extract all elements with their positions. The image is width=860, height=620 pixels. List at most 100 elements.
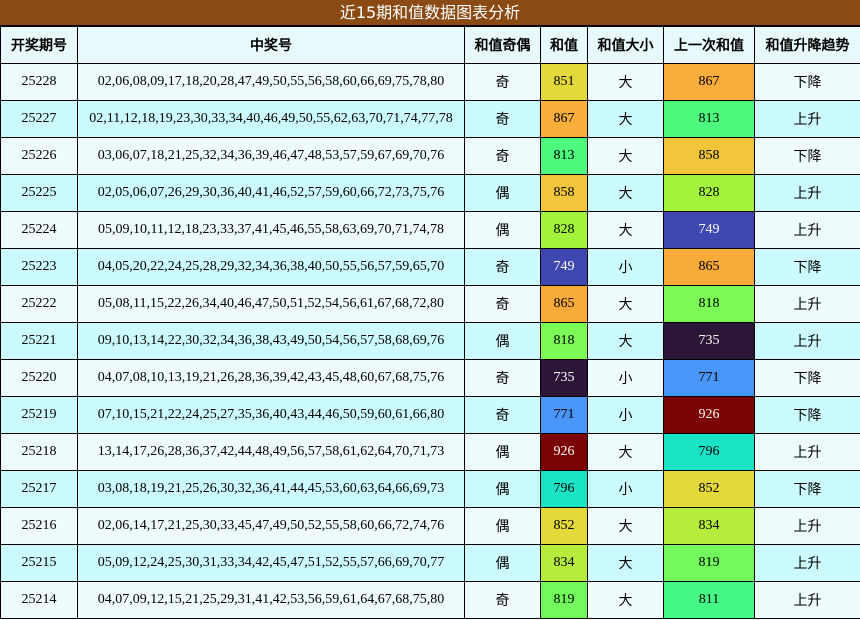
parity-cell: 奇 xyxy=(464,100,541,138)
size-cell: 大 xyxy=(587,63,664,101)
prev-sum-cell: 852 xyxy=(663,470,755,508)
size-cell: 小 xyxy=(587,248,664,286)
header-trend: 和值升降趋势 xyxy=(754,26,860,64)
parity-cell: 偶 xyxy=(464,322,541,360)
trend-cell: 下降 xyxy=(754,248,860,286)
numbers-cell: 02,06,14,17,21,25,30,33,45,47,49,50,52,5… xyxy=(77,507,465,545)
trend-cell: 上升 xyxy=(754,322,860,360)
size-cell: 小 xyxy=(587,396,664,434)
issue-cell: 25217 xyxy=(0,470,78,508)
trend-cell: 下降 xyxy=(754,137,860,175)
parity-cell: 偶 xyxy=(464,174,541,212)
sum-cell: 819 xyxy=(540,581,588,619)
sum-cell: 858 xyxy=(540,174,588,212)
table-header-row: 开奖期号 中奖号 和值奇偶 和值 和值大小 上一次和值 和值升降趋势 xyxy=(0,26,860,64)
issue-cell: 25218 xyxy=(0,433,78,471)
parity-cell: 偶 xyxy=(464,544,541,582)
header-parity: 和值奇偶 xyxy=(464,26,541,64)
issue-cell: 25219 xyxy=(0,396,78,434)
sum-cell: 851 xyxy=(540,63,588,101)
prev-sum-cell: 865 xyxy=(663,248,755,286)
numbers-cell: 02,11,12,18,19,23,30,33,34,40,46,49,50,5… xyxy=(77,100,465,138)
prev-sum-cell: 749 xyxy=(663,211,755,249)
header-prev-sum: 上一次和值 xyxy=(663,26,755,64)
sum-cell: 813 xyxy=(540,137,588,175)
table-row: 25228 02,06,08,09,17,18,20,28,47,49,50,55… xyxy=(0,63,860,101)
numbers-cell: 03,08,18,19,21,25,26,30,32,36,41,44,45,5… xyxy=(77,470,465,508)
parity-cell: 奇 xyxy=(464,137,541,175)
table-row: 25224 05,09,10,11,12,18,23,33,37,41,45,46… xyxy=(0,211,860,249)
parity-cell: 偶 xyxy=(464,433,541,471)
issue-cell: 25221 xyxy=(0,322,78,360)
table-row: 25221 09,10,13,14,22,30,32,34,36,38,43,49… xyxy=(0,322,860,360)
size-cell: 大 xyxy=(587,100,664,138)
size-cell: 大 xyxy=(587,507,664,545)
parity-cell: 奇 xyxy=(464,285,541,323)
size-cell: 小 xyxy=(587,470,664,508)
header-numbers: 中奖号 xyxy=(77,26,465,64)
prev-sum-cell: 735 xyxy=(663,322,755,360)
issue-cell: 25227 xyxy=(0,100,78,138)
sum-cell: 828 xyxy=(540,211,588,249)
numbers-cell: 05,09,12,24,25,30,31,33,34,42,45,47,51,5… xyxy=(77,544,465,582)
table-row: 25223 04,05,20,22,24,25,28,29,32,34,36,38… xyxy=(0,248,860,286)
issue-cell: 25225 xyxy=(0,174,78,212)
trend-cell: 上升 xyxy=(754,285,860,323)
numbers-cell: 07,10,15,21,22,24,25,27,35,36,40,43,44,4… xyxy=(77,396,465,434)
issue-cell: 25223 xyxy=(0,248,78,286)
sum-cell: 818 xyxy=(540,322,588,360)
trend-cell: 上升 xyxy=(754,544,860,582)
header-issue: 开奖期号 xyxy=(0,26,78,64)
trend-cell: 下降 xyxy=(754,63,860,101)
issue-cell: 25226 xyxy=(0,137,78,175)
numbers-cell: 13,14,17,26,28,36,37,42,44,48,49,56,57,5… xyxy=(77,433,465,471)
issue-cell: 25216 xyxy=(0,507,78,545)
issue-cell: 25220 xyxy=(0,359,78,397)
trend-cell: 上升 xyxy=(754,174,860,212)
prev-sum-cell: 834 xyxy=(663,507,755,545)
table-row: 25215 05,09,12,24,25,30,31,33,34,42,45,47… xyxy=(0,544,860,582)
sum-cell: 865 xyxy=(540,285,588,323)
trend-cell: 上升 xyxy=(754,211,860,249)
trend-cell: 下降 xyxy=(754,359,860,397)
sum-cell: 867 xyxy=(540,100,588,138)
table-row: 25220 04,07,08,10,13,19,21,26,28,36,39,42… xyxy=(0,359,860,397)
numbers-cell: 04,07,08,10,13,19,21,26,28,36,39,42,43,4… xyxy=(77,359,465,397)
size-cell: 大 xyxy=(587,581,664,619)
trend-cell: 上升 xyxy=(754,581,860,619)
numbers-cell: 05,08,11,15,22,26,34,40,46,47,50,51,52,5… xyxy=(77,285,465,323)
parity-cell: 奇 xyxy=(464,396,541,434)
prev-sum-cell: 828 xyxy=(663,174,755,212)
size-cell: 大 xyxy=(587,544,664,582)
parity-cell: 偶 xyxy=(464,507,541,545)
prev-sum-cell: 818 xyxy=(663,285,755,323)
numbers-cell: 05,09,10,11,12,18,23,33,37,41,45,46,55,5… xyxy=(77,211,465,249)
size-cell: 大 xyxy=(587,433,664,471)
size-cell: 小 xyxy=(587,359,664,397)
header-sum: 和值 xyxy=(540,26,588,64)
numbers-cell: 04,05,20,22,24,25,28,29,32,34,36,38,40,5… xyxy=(77,248,465,286)
sum-cell: 749 xyxy=(540,248,588,286)
header-size: 和值大小 xyxy=(587,26,664,64)
page-title: 近15期和值数据图表分析 xyxy=(0,0,860,26)
trend-cell: 下降 xyxy=(754,396,860,434)
trend-cell: 下降 xyxy=(754,470,860,508)
chart-table-panel: 近15期和值数据图表分析 开奖期号 中奖号 和值奇偶 和值 和值大小 上一次和值… xyxy=(0,0,860,620)
issue-cell: 25228 xyxy=(0,63,78,101)
sum-cell: 834 xyxy=(540,544,588,582)
table-row: 25222 05,08,11,15,22,26,34,40,46,47,50,51… xyxy=(0,285,860,323)
sum-cell: 852 xyxy=(540,507,588,545)
parity-cell: 奇 xyxy=(464,248,541,286)
sum-analysis-table: 开奖期号 中奖号 和值奇偶 和值 和值大小 上一次和值 和值升降趋势 25228… xyxy=(0,26,860,619)
prev-sum-cell: 926 xyxy=(663,396,755,434)
numbers-cell: 09,10,13,14,22,30,32,34,36,38,43,49,50,5… xyxy=(77,322,465,360)
size-cell: 大 xyxy=(587,174,664,212)
parity-cell: 奇 xyxy=(464,581,541,619)
size-cell: 大 xyxy=(587,322,664,360)
table-row: 25225 02,05,06,07,26,29,30,36,40,41,46,52… xyxy=(0,174,860,212)
sum-cell: 796 xyxy=(540,470,588,508)
parity-cell: 偶 xyxy=(464,470,541,508)
table-row: 25218 13,14,17,26,28,36,37,42,44,48,49,56… xyxy=(0,433,860,471)
size-cell: 大 xyxy=(587,285,664,323)
parity-cell: 奇 xyxy=(464,63,541,101)
